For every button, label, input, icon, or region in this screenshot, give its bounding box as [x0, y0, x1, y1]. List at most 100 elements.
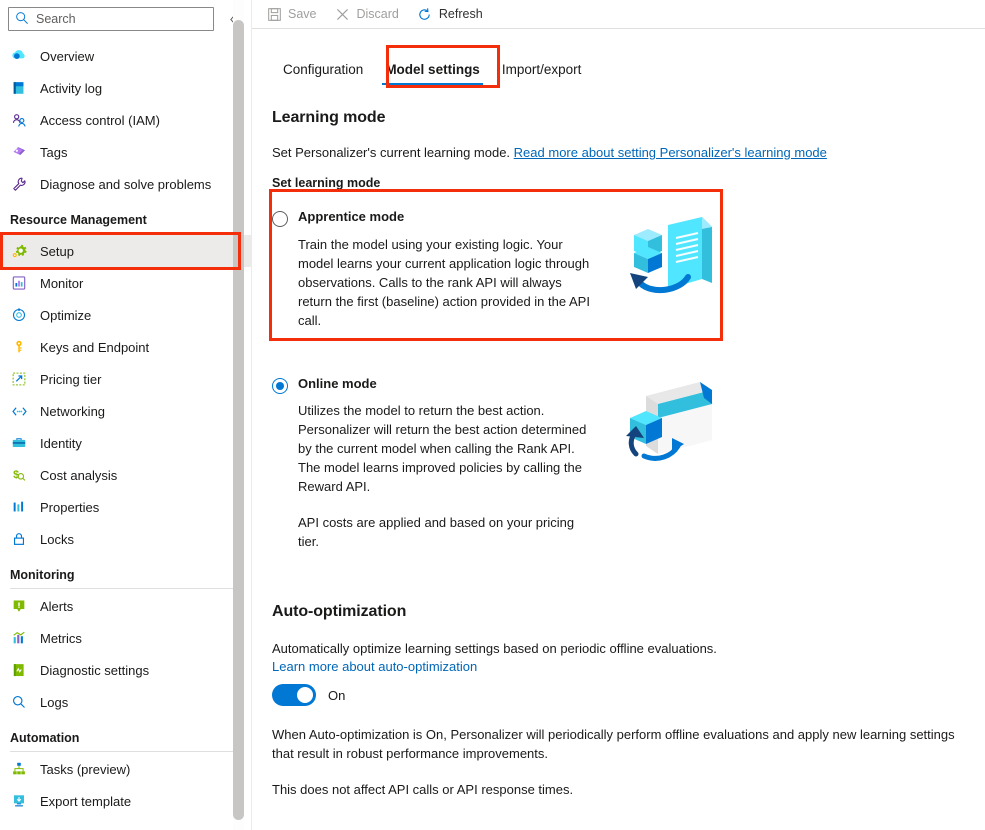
metrics-icon — [10, 629, 28, 647]
auto-optimization-toggle[interactable] — [272, 684, 316, 707]
nav-group-title: Monitoring — [10, 568, 75, 582]
sidebar-item-label: Metrics — [40, 630, 82, 646]
auto-optimization-doc-link[interactable]: Learn more about auto-optimization — [272, 659, 477, 674]
model-settings-panel: Learning mode Set Personalizer's current… — [252, 85, 985, 799]
sidebar-item-pricing-tier[interactable]: Pricing tier — [0, 363, 252, 395]
sidebar-item-diagnose-and-solve-problems[interactable]: Diagnose and solve problems — [0, 168, 252, 200]
cost-analysis-icon: $ — [10, 466, 28, 484]
sidebar-item-label: Overview — [40, 48, 95, 64]
learning-mode-heading: Learning mode — [272, 109, 386, 126]
networking-icon — [10, 402, 28, 420]
sidebar-item-cost-analysis[interactable]: $ Cost analysis — [0, 459, 252, 491]
sidebar-item-locks[interactable]: Locks — [0, 523, 252, 555]
nav-divider — [10, 233, 242, 234]
online-mode-radio[interactable] — [272, 377, 288, 394]
sidebar-item-logs[interactable]: Logs — [0, 686, 252, 718]
search-placeholder: Search — [36, 11, 76, 26]
save-button[interactable]: Save — [262, 0, 327, 28]
nav-group-title: Resource Management — [10, 213, 147, 227]
sidebar-item-label: Tasks (preview) — [40, 761, 131, 777]
search-input[interactable]: Search — [8, 7, 214, 31]
discard-button[interactable]: Discard — [331, 0, 409, 28]
auto-optimization-note-2: This does not affect API calls or API re… — [272, 782, 574, 798]
online-mode-description-2: API costs are applied and based on your … — [298, 515, 575, 550]
sidebar-item-metrics[interactable]: Metrics — [0, 622, 252, 654]
apprentice-mode-option[interactable]: Apprentice mode Train the model using yo… — [272, 190, 912, 336]
auto-optimization-heading: Auto-optimization — [272, 603, 407, 621]
apprentice-mode-radio[interactable] — [272, 211, 288, 227]
command-bar: Save Discard Refresh — [252, 0, 985, 29]
main-content-pane: Save Discard Refresh Configuration Model… — [252, 0, 985, 830]
tasks-icon — [10, 760, 28, 778]
sidebar-item-overview[interactable]: Overview — [0, 40, 252, 72]
sidebar-item-alerts[interactable]: Alerts — [0, 590, 252, 622]
key-icon — [10, 338, 28, 356]
sidebar-item-optimize[interactable]: Optimize — [0, 299, 252, 331]
pricing-tier-icon — [10, 370, 28, 388]
sidebar-item-diagnostic-settings[interactable]: Diagnostic settings — [0, 654, 252, 686]
overview-cloud-icon — [10, 47, 28, 65]
sidebar-scrollbar-thumb[interactable] — [233, 20, 244, 820]
sidebar-item-label: Locks — [40, 531, 74, 547]
lock-icon — [10, 530, 28, 548]
tab-label: Import/export — [501, 61, 582, 77]
tab-model-settings[interactable]: Model settings — [374, 62, 491, 86]
set-learning-mode-label: Set learning mode — [272, 176, 381, 190]
learning-mode-doc-link[interactable]: Read more about setting Personalizer's l… — [514, 145, 827, 160]
sidebar-item-label: Activity log — [40, 80, 103, 96]
online-mode-title: Online mode — [298, 375, 377, 391]
sidebar-item-access-control[interactable]: Access control (IAM) — [0, 104, 252, 136]
refresh-button-label: Refresh — [438, 6, 483, 21]
learning-mode-description-text: Set Personalizer's current learning mode… — [272, 145, 511, 160]
online-radio-col — [272, 376, 298, 394]
online-mode-option[interactable]: Online mode Utilizes the model to return… — [272, 336, 912, 558]
online-mode-illustration — [598, 376, 738, 474]
logs-search-icon — [10, 693, 28, 711]
apprentice-mode-description: Train the model using your existing logi… — [298, 236, 590, 328]
sidebar-item-tasks-preview[interactable]: Tasks (preview) — [0, 753, 252, 785]
sidebar-item-activity-log[interactable]: Activity log — [0, 72, 252, 104]
refresh-circular-arrow-icon — [417, 6, 433, 22]
save-button-label: Save — [288, 6, 317, 21]
export-template-icon — [10, 792, 28, 810]
nav-group-title: Automation — [10, 731, 80, 745]
sidebar-item-label: Identity — [40, 435, 82, 451]
sidebar-item-setup[interactable]: Setup — [0, 235, 252, 267]
apprentice-mode-title: Apprentice mode — [298, 209, 405, 224]
properties-icon — [10, 498, 28, 516]
tab-label: Configuration — [283, 61, 364, 77]
identity-icon — [10, 434, 28, 452]
optimize-icon — [10, 306, 28, 324]
online-mode-description: Utilizes the model to return the best ac… — [298, 403, 587, 495]
tags-icon — [10, 143, 28, 161]
apprentice-mode-text: Apprentice mode Train the model using yo… — [298, 209, 598, 330]
sidebar-item-label: Optimize — [40, 307, 92, 323]
sidebar-item-monitor[interactable]: Monitor — [0, 267, 252, 299]
tab-strip: Configuration Model settings Import/expo… — [252, 37, 985, 85]
refresh-button[interactable]: Refresh — [413, 0, 493, 28]
sidebar-item-keys-and-endpoint[interactable]: Keys and Endpoint — [0, 331, 252, 363]
sidebar-item-label: Networking — [40, 403, 106, 419]
sidebar-item-label: Alerts — [40, 598, 74, 614]
sidebar-item-tags[interactable]: Tags — [0, 136, 252, 168]
search-icon — [15, 11, 31, 27]
sidebar-item-label: Access control (IAM) — [40, 112, 160, 128]
save-disk-icon — [266, 6, 282, 22]
tab-configuration[interactable]: Configuration — [272, 61, 374, 86]
azure-portal-resource-blade: Search Overview Activity log Access cont… — [0, 0, 985, 830]
sidebar-item-label: Monitor — [40, 275, 84, 291]
search-row: Search — [0, 0, 252, 32]
sidebar-item-properties[interactable]: Properties — [0, 491, 252, 523]
wrench-icon — [10, 175, 28, 193]
alert-icon — [10, 597, 28, 615]
auto-optimization-description: Automatically optimize learning settings… — [272, 641, 717, 657]
sidebar-item-identity[interactable]: Identity — [0, 427, 252, 459]
sidebar-item-label: Keys and Endpoint — [40, 339, 150, 355]
tab-import-export[interactable]: Import/export — [491, 61, 593, 86]
sidebar-item-label: Diagnostic settings — [40, 662, 150, 678]
sidebar-item-label: Export template — [40, 793, 132, 809]
nav-list: Overview Activity log Access control (IA… — [0, 32, 252, 817]
sidebar-item-label: Setup — [40, 243, 74, 259]
sidebar-item-export-template[interactable]: Export template — [0, 785, 252, 817]
sidebar-item-networking[interactable]: Networking — [0, 395, 252, 427]
